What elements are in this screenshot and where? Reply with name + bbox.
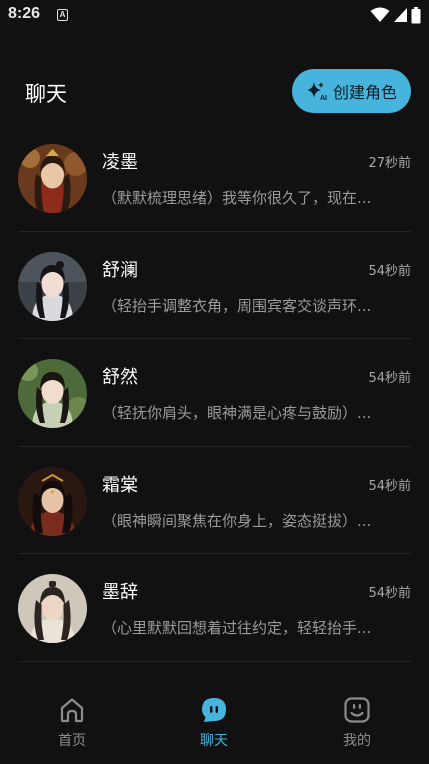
chat-name: 霜棠 bbox=[102, 474, 138, 496]
chat-preview: （眼神瞬间聚焦在你身上，姿态挺拔）... bbox=[102, 511, 372, 530]
bottom-nav: 首页 聊天 我的 bbox=[0, 686, 429, 764]
chat-name: 凌墨 bbox=[102, 152, 138, 173]
chat-item[interactable]: 舒澜 54秒前 （轻抬手调整衣角，周围宾客交谈声环... bbox=[18, 232, 411, 339]
home-icon bbox=[60, 698, 84, 723]
battery-icon bbox=[411, 6, 421, 23]
chat-bubble-icon bbox=[202, 698, 226, 722]
chat-time: 54秒前 bbox=[368, 586, 411, 601]
smiley-face-icon bbox=[344, 697, 370, 723]
status-time: 8:26 bbox=[8, 5, 41, 22]
avatar[interactable] bbox=[18, 574, 87, 643]
wifi-icon bbox=[370, 7, 390, 22]
create-character-button[interactable]: AI 创建角色 bbox=[292, 69, 411, 113]
chat-item[interactable]: 墨辞 54秒前 （心里默默回想着过往约定，轻轻抬手... bbox=[18, 554, 411, 662]
chat-list: 凌墨 27秒前 （默默梳理思绪）我等你很久了，现在... 舒澜 54秒前 （轻抬… bbox=[0, 124, 429, 662]
chat-item[interactable]: 霜棠 54秒前 （眼神瞬间聚焦在你身上，姿态挺拔）... bbox=[18, 447, 411, 554]
chat-item[interactable]: 凌墨 27秒前 （默默梳理思绪）我等你很久了，现在... bbox=[18, 124, 411, 232]
chat-preview: （轻抬手调整衣角，周围宾客交谈声环... bbox=[102, 296, 372, 315]
chat-time: 54秒前 bbox=[368, 478, 411, 494]
chat-item[interactable]: 舒然 54秒前 （轻抚你肩头，眼神满是心疼与鼓励）... bbox=[18, 339, 411, 447]
page-title: 聊天 bbox=[25, 82, 67, 106]
header: 聊天 AI 创建角色 bbox=[0, 60, 429, 122]
avatar[interactable] bbox=[18, 466, 87, 536]
chat-time: 27秒前 bbox=[368, 156, 411, 171]
signal-icon bbox=[394, 8, 407, 22]
nav-me[interactable]: 我的 bbox=[317, 696, 397, 750]
chat-preview: （默默梳理思绪）我等你很久了，现在... bbox=[102, 189, 372, 207]
nav-me-label: 我的 bbox=[343, 733, 371, 749]
status-icons bbox=[370, 6, 421, 24]
avatar[interactable] bbox=[18, 359, 87, 428]
chat-preview: （心里默默回想着过往约定，轻轻抬手... bbox=[102, 619, 372, 637]
avatar[interactable] bbox=[18, 251, 87, 321]
nav-home-label: 首页 bbox=[58, 733, 86, 749]
nav-chat-label: 聊天 bbox=[200, 733, 228, 749]
avatar[interactable] bbox=[18, 144, 87, 213]
accessibility-icon: A bbox=[57, 9, 68, 21]
chat-time: 54秒前 bbox=[368, 263, 411, 279]
chat-preview: （轻抚你肩头，眼神满是心疼与鼓励）... bbox=[102, 404, 372, 422]
nav-chat[interactable]: 聊天 bbox=[174, 696, 254, 750]
status-bar: 8:26 A bbox=[0, 0, 429, 30]
chat-name: 舒澜 bbox=[102, 259, 138, 281]
chat-name: 舒然 bbox=[102, 367, 138, 388]
chat-name: 墨辞 bbox=[102, 582, 138, 603]
chat-time: 54秒前 bbox=[368, 371, 411, 386]
nav-home[interactable]: 首页 bbox=[32, 696, 112, 750]
ai-sparkle-icon: AI bbox=[306, 82, 327, 101]
create-character-label: 创建角色 bbox=[332, 83, 397, 102]
svg-text:AI: AI bbox=[320, 95, 327, 101]
